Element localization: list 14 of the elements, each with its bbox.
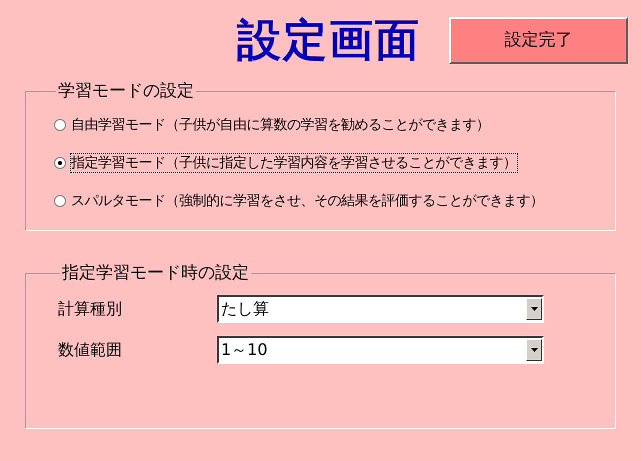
radio-label[interactable]: スパルタモード（強制的に学習をさせ、その結果を評価することができます） xyxy=(70,190,544,210)
dropdown[interactable]: 1～10 xyxy=(217,336,544,364)
field-label: 数値範囲 xyxy=(58,338,123,360)
radio-label[interactable]: 自由学習モード（子供が自由に算数の学習を勧めることができます） xyxy=(70,114,490,134)
radio-label[interactable]: 指定学習モード（子供に指定した学習内容を学習させることができます） xyxy=(70,152,518,172)
done-button[interactable]: 設定完了 xyxy=(449,17,628,64)
window-title: 設定画面 xyxy=(237,17,421,65)
dropdown[interactable]: たし算 xyxy=(217,294,544,322)
group-legend: 指定学習モード時の設定 xyxy=(60,261,251,286)
radio-button[interactable] xyxy=(54,156,66,168)
field-label: 計算種別 xyxy=(58,298,123,320)
group-legend: 学習モードの設定 xyxy=(56,79,196,104)
radio-button[interactable] xyxy=(54,194,66,206)
radio-button[interactable] xyxy=(54,118,66,130)
